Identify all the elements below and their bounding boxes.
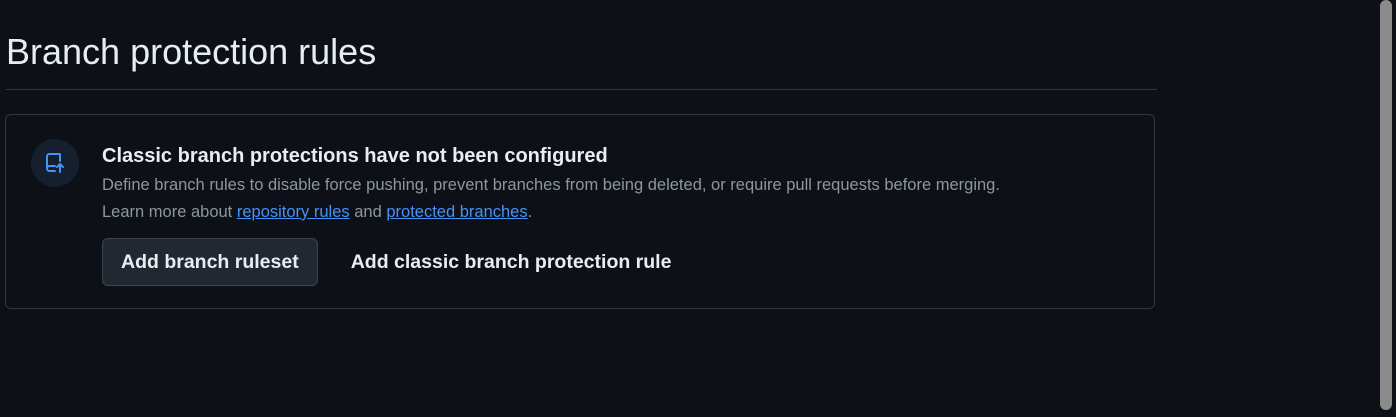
learn-more-suffix: . — [527, 203, 533, 221]
blankslate-icon-container — [31, 139, 79, 187]
repo-push-icon — [46, 153, 64, 173]
learn-more-conjunction: and — [349, 203, 387, 221]
blankslate-description: Define branch rules to disable force pus… — [102, 172, 1142, 226]
scrollbar-thumb[interactable] — [1380, 0, 1392, 410]
add-classic-protection-rule-button[interactable]: Add classic branch protection rule — [332, 238, 691, 286]
protected-branches-link[interactable]: protected branches — [386, 203, 527, 221]
repository-rules-link[interactable]: repository rules — [237, 203, 350, 221]
title-divider — [6, 89, 1157, 90]
description-text: Define branch rules to disable force pus… — [102, 176, 1000, 194]
blankslate-actions: Add branch ruleset Add classic branch pr… — [102, 238, 690, 286]
blankslate-heading: Classic branch protections have not been… — [102, 145, 608, 167]
page-title: Branch protection rules — [6, 31, 377, 72]
branch-protection-page: Branch protection rules Classic branch p… — [0, 0, 1396, 417]
learn-more-prefix: Learn more about — [102, 203, 237, 221]
blankslate-panel: Classic branch protections have not been… — [5, 114, 1155, 309]
add-branch-ruleset-button[interactable]: Add branch ruleset — [102, 238, 318, 286]
